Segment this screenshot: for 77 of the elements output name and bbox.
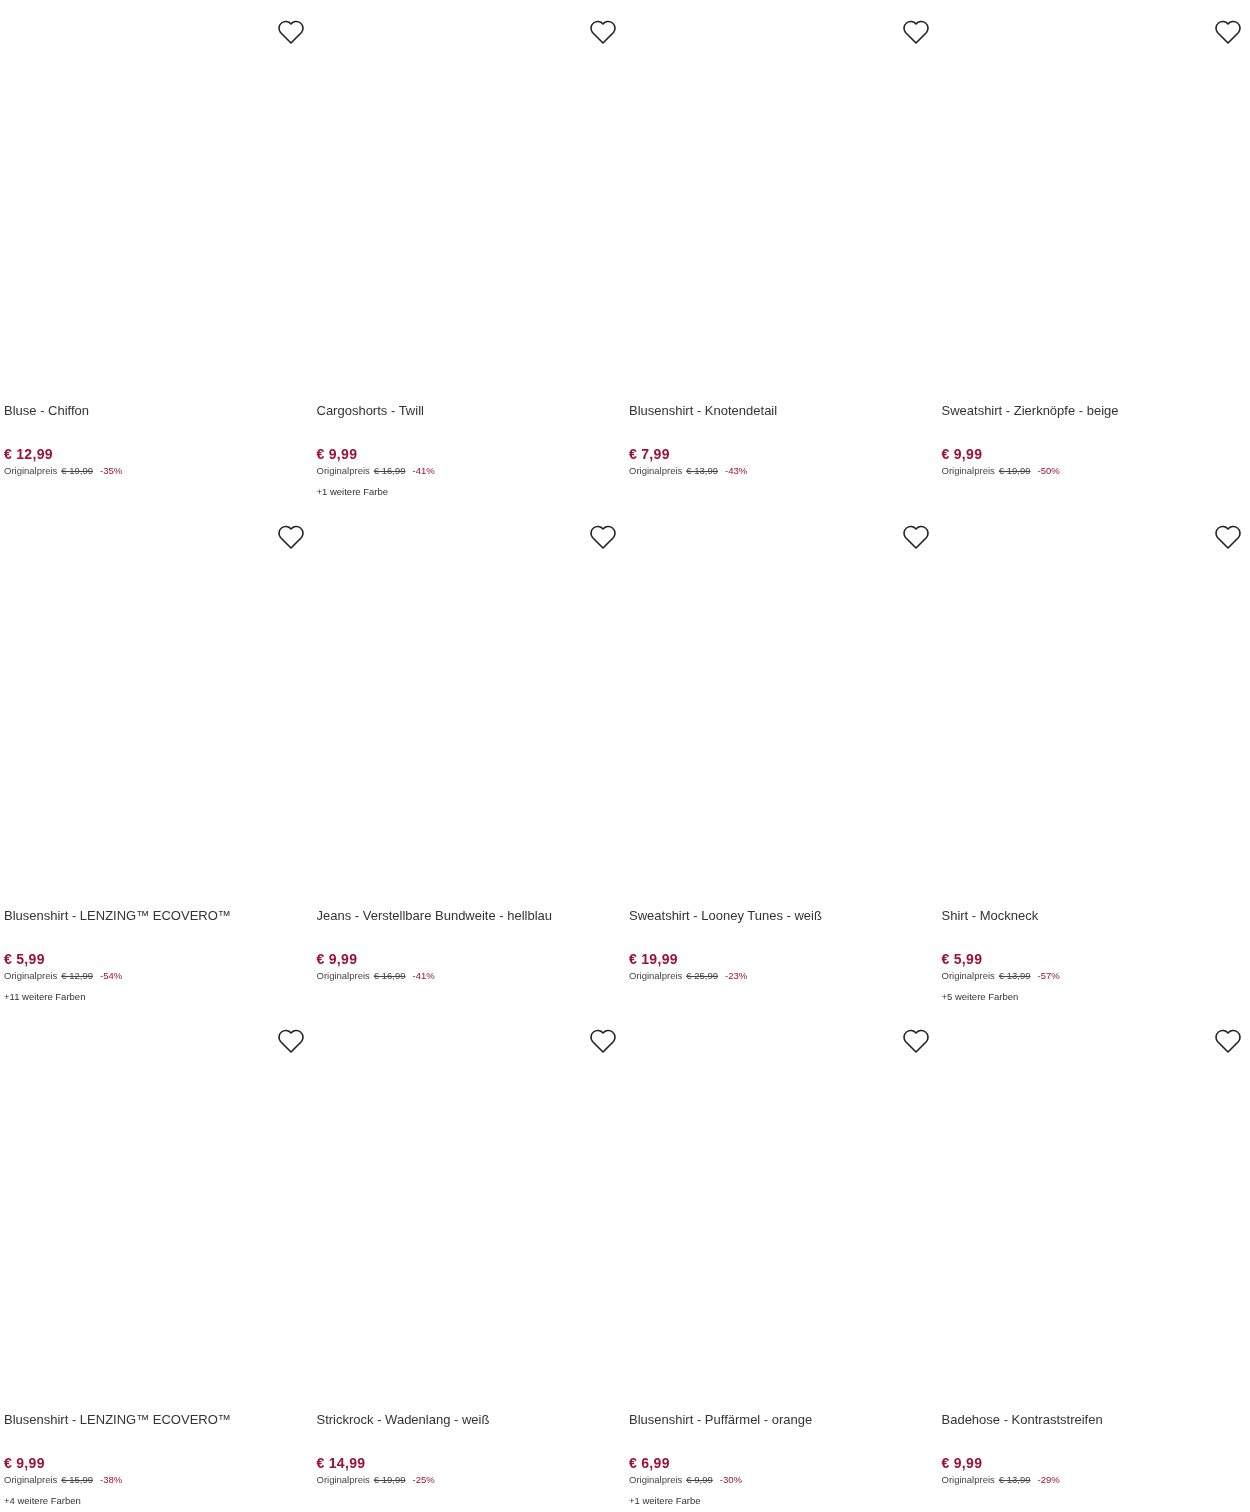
sale-price: € 7,99: [629, 446, 671, 462]
product-title[interactable]: Cargoshorts - Twill: [316, 403, 615, 419]
more-colors-note: +11 weitere Farben: [4, 990, 87, 1003]
original-price-label: Originalpreis: [941, 969, 995, 982]
sale-price: € 9,99: [941, 1455, 984, 1471]
sale-price: € 9,99: [4, 1455, 46, 1471]
product-title[interactable]: Sweatshirt - Zierknöpfe - beige: [941, 403, 1240, 419]
original-price-label: Originalpreis: [629, 969, 683, 982]
wishlist-heart-icon[interactable]: [1214, 1028, 1242, 1054]
original-price-label: Originalpreis: [316, 1474, 370, 1486]
product-title[interactable]: Shirt - Mockneck: [941, 907, 1240, 924]
product-title[interactable]: Bluse - Chiffon: [4, 403, 303, 419]
sale-price: € 5,99: [4, 950, 46, 967]
discount: -23%: [725, 969, 748, 982]
discount: -30%: [719, 1474, 742, 1486]
wishlist-heart-icon[interactable]: [901, 1028, 930, 1054]
sale-price: € 5,99: [941, 950, 984, 967]
discount: -41%: [412, 465, 435, 477]
wishlist-heart-icon[interactable]: [589, 1028, 617, 1054]
original-price: € 9,99: [686, 1474, 713, 1486]
sale-price: € 9,99: [316, 950, 359, 967]
more-colors-note: +1 weitere Farbe: [629, 1495, 702, 1507]
wishlist-heart-icon[interactable]: [1214, 523, 1242, 550]
product-title[interactable]: Blusenshirt - LENZING™ ECOVERO™: [4, 1412, 303, 1428]
product-title[interactable]: Sweatshirt - Looney Tunes - weiß: [629, 907, 928, 924]
original-price: € 19,99: [998, 465, 1031, 477]
original-price-label: Originalpreis: [629, 465, 683, 477]
product-title[interactable]: Blusenshirt - Puffärmel - orange: [629, 1412, 928, 1428]
wishlist-heart-icon[interactable]: [589, 523, 617, 550]
sale-price: € 14,99: [316, 1455, 367, 1471]
wishlist-heart-icon[interactable]: [276, 523, 305, 550]
sale-price: € 19,99: [629, 950, 679, 967]
original-price-label: Originalpreis: [4, 1474, 58, 1486]
product-title[interactable]: Strickrock - Wadenlang - weiß: [316, 1412, 615, 1428]
original-price-label: Originalpreis: [316, 465, 370, 477]
original-price: € 19,99: [61, 465, 94, 477]
more-colors-note: +5 weitere Farben: [941, 990, 1020, 1003]
original-price: € 12,99: [61, 969, 94, 982]
wishlist-heart-icon[interactable]: [901, 523, 930, 550]
original-price: € 13,99: [686, 465, 719, 477]
sale-price: € 12,99: [4, 446, 54, 462]
product-title[interactable]: Blusenshirt - LENZING™ ECOVERO™: [4, 907, 303, 924]
original-price: € 16,99: [373, 969, 406, 982]
discount: -29%: [1037, 1474, 1060, 1486]
sale-price: € 9,99: [316, 446, 359, 462]
more-colors-note: +1 weitere Farbe: [316, 486, 390, 498]
more-colors-note: +4 weitere Farben: [4, 1495, 82, 1507]
original-price: € 25,99: [686, 969, 719, 982]
original-price-label: Originalpreis: [4, 969, 58, 982]
sale-price: € 6,99: [629, 1455, 671, 1471]
sale-price: € 9,99: [941, 446, 984, 462]
original-price-label: Originalpreis: [941, 465, 995, 477]
wishlist-heart-icon[interactable]: [276, 1028, 305, 1054]
original-price-label: Originalpreis: [629, 1474, 683, 1486]
discount: -57%: [1037, 969, 1060, 982]
discount: -43%: [725, 465, 748, 477]
original-price-label: Originalpreis: [941, 1474, 995, 1486]
original-price: € 16,99: [373, 465, 406, 477]
original-price: € 13,99: [998, 969, 1031, 982]
wishlist-heart-icon[interactable]: [1214, 19, 1242, 45]
product-title[interactable]: Blusenshirt - Knotendetail: [629, 403, 928, 419]
discount: -25%: [412, 1474, 435, 1486]
product-title[interactable]: Badehose - Kontraststreifen: [941, 1412, 1240, 1428]
original-price: € 15,99: [61, 1474, 94, 1486]
discount: -41%: [412, 969, 435, 982]
wishlist-heart-icon[interactable]: [589, 19, 617, 45]
discount: -38%: [100, 1474, 123, 1486]
discount: -50%: [1037, 465, 1060, 477]
wishlist-heart-icon[interactable]: [901, 19, 930, 45]
original-price: € 19,99: [373, 1474, 406, 1486]
discount: -35%: [100, 465, 123, 477]
original-price-label: Originalpreis: [316, 969, 370, 982]
wishlist-heart-icon[interactable]: [276, 19, 305, 45]
original-price-label: Originalpreis: [4, 465, 58, 477]
original-price: € 13,99: [998, 1474, 1031, 1486]
product-title[interactable]: Jeans - Verstellbare Bundweite - hellblau: [316, 907, 615, 924]
discount: -54%: [100, 969, 123, 982]
